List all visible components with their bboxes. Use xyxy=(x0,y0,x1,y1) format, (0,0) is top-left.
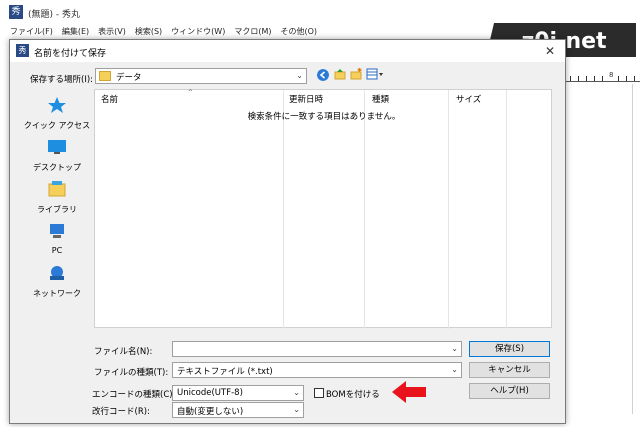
place-label: ネットワーク xyxy=(33,289,81,298)
menu-other[interactable]: その他(O) xyxy=(281,24,318,40)
menu-window[interactable]: ウィンドウ(W) xyxy=(171,24,225,40)
file-list[interactable]: ⌃ 名前 更新日時 種類 サイズ 検索条件に一致する項目はありません。 xyxy=(94,88,552,329)
menu-macro[interactable]: マクロ(M) xyxy=(234,24,271,40)
place-label: クイック アクセス xyxy=(23,121,91,130)
close-icon[interactable]: ✕ xyxy=(543,44,557,58)
svg-text:✱: ✱ xyxy=(357,68,362,74)
location-label: 保存する場所(I): xyxy=(30,75,94,85)
encoding-value: Unicode(UTF-8) xyxy=(177,388,243,398)
app-titlebar: 秀 (無題) - 秀丸 xyxy=(0,0,640,24)
encoding-label: エンコードの種類(C): xyxy=(92,390,176,400)
encoding-select[interactable]: Unicode(UTF-8) ⌄ xyxy=(172,385,304,401)
hidemaru-dialog-icon: 秀 xyxy=(16,44,29,57)
filetype-select[interactable]: テキストファイル (*.txt) ⌄ xyxy=(172,362,462,378)
library-icon xyxy=(48,181,66,197)
desktop-icon xyxy=(48,140,66,154)
filename-label: ファイル名(N): xyxy=(94,347,153,357)
save-as-dialog: 秀 名前を付けて保存 ✕ 保存する場所(I): データ ⌄ ✱ クイック アクセ… xyxy=(9,39,566,424)
location-value: データ xyxy=(116,73,142,83)
back-icon[interactable] xyxy=(317,69,329,81)
place-pc[interactable]: PC xyxy=(17,223,97,255)
place-quick-access[interactable]: クイック アクセス xyxy=(17,97,97,131)
location-select[interactable]: データ ⌄ xyxy=(95,68,307,84)
folder-icon xyxy=(99,71,111,81)
menu-edit[interactable]: 編集(E) xyxy=(62,24,89,40)
place-library[interactable]: ライブラリ xyxy=(17,181,97,215)
network-icon xyxy=(50,266,64,280)
dialog-title: 名前を付けて保存 xyxy=(34,49,107,59)
hidemaru-app-icon: 秀 xyxy=(9,5,23,19)
cancel-button[interactable]: キャンセル xyxy=(469,362,550,378)
menu-view[interactable]: 表示(V) xyxy=(98,24,126,40)
chevron-down-icon: ⌄ xyxy=(293,405,300,414)
help-button[interactable]: ヘルプ(H) xyxy=(469,383,550,399)
place-label: デスクトップ xyxy=(33,163,81,172)
place-label: ライブラリ xyxy=(37,205,77,214)
computer-icon xyxy=(50,224,64,238)
editor-edge xyxy=(632,84,633,414)
newline-label: 改行コード(R): xyxy=(92,407,150,417)
ruler xyxy=(564,72,640,82)
place-label: PC xyxy=(51,246,63,255)
chevron-down-icon: ⌄ xyxy=(451,344,458,353)
place-network[interactable]: ネットワーク xyxy=(17,265,97,299)
new-folder-icon[interactable]: ✱ xyxy=(350,68,362,80)
filetype-label: ファイルの種類(T): xyxy=(94,368,169,378)
bom-checkbox[interactable] xyxy=(314,388,324,398)
view-menu-icon[interactable] xyxy=(366,68,384,80)
bom-label[interactable]: BOMを付ける xyxy=(326,388,380,400)
place-desktop[interactable]: デスクトップ xyxy=(17,139,97,173)
empty-message: 検索条件に一致する項目はありません。 xyxy=(247,112,401,122)
chevron-down-icon: ⌄ xyxy=(296,71,303,80)
chevron-down-icon: ⌄ xyxy=(451,365,458,374)
newline-value: 自動(変更しない) xyxy=(177,407,244,417)
sort-caret-icon: ⌃ xyxy=(187,88,194,97)
app-title: (無題) - 秀丸 xyxy=(28,10,80,20)
ruler-mark: 8 xyxy=(609,71,614,79)
menu-file[interactable]: ファイル(F) xyxy=(10,24,53,40)
places-bar: クイック アクセス デスクトップ ライブラリ PC ネットワーク xyxy=(17,89,97,349)
chevron-down-icon: ⌄ xyxy=(293,388,300,397)
red-arrow-icon xyxy=(392,381,426,403)
save-button[interactable]: 保存(S) xyxy=(469,341,550,357)
up-folder-icon[interactable] xyxy=(334,68,346,80)
filename-input[interactable]: ⌄ xyxy=(172,341,462,357)
column-modified[interactable]: 更新日時 xyxy=(289,93,323,105)
menu-search[interactable]: 検索(S) xyxy=(135,24,162,40)
app-menubar: ファイル(F) 編集(E) 表示(V) 検索(S) ウィンドウ(W) マクロ(M… xyxy=(0,24,640,40)
dialog-titlebar: 秀 名前を付けて保存 ✕ xyxy=(10,40,565,62)
star-icon xyxy=(48,97,66,113)
column-name[interactable]: 名前 xyxy=(101,93,118,105)
column-size[interactable]: サイズ xyxy=(456,93,481,105)
newline-select[interactable]: 自動(変更しない) ⌄ xyxy=(172,402,304,418)
filetype-value: テキストファイル (*.txt) xyxy=(177,367,273,377)
column-type[interactable]: 種類 xyxy=(372,93,389,105)
